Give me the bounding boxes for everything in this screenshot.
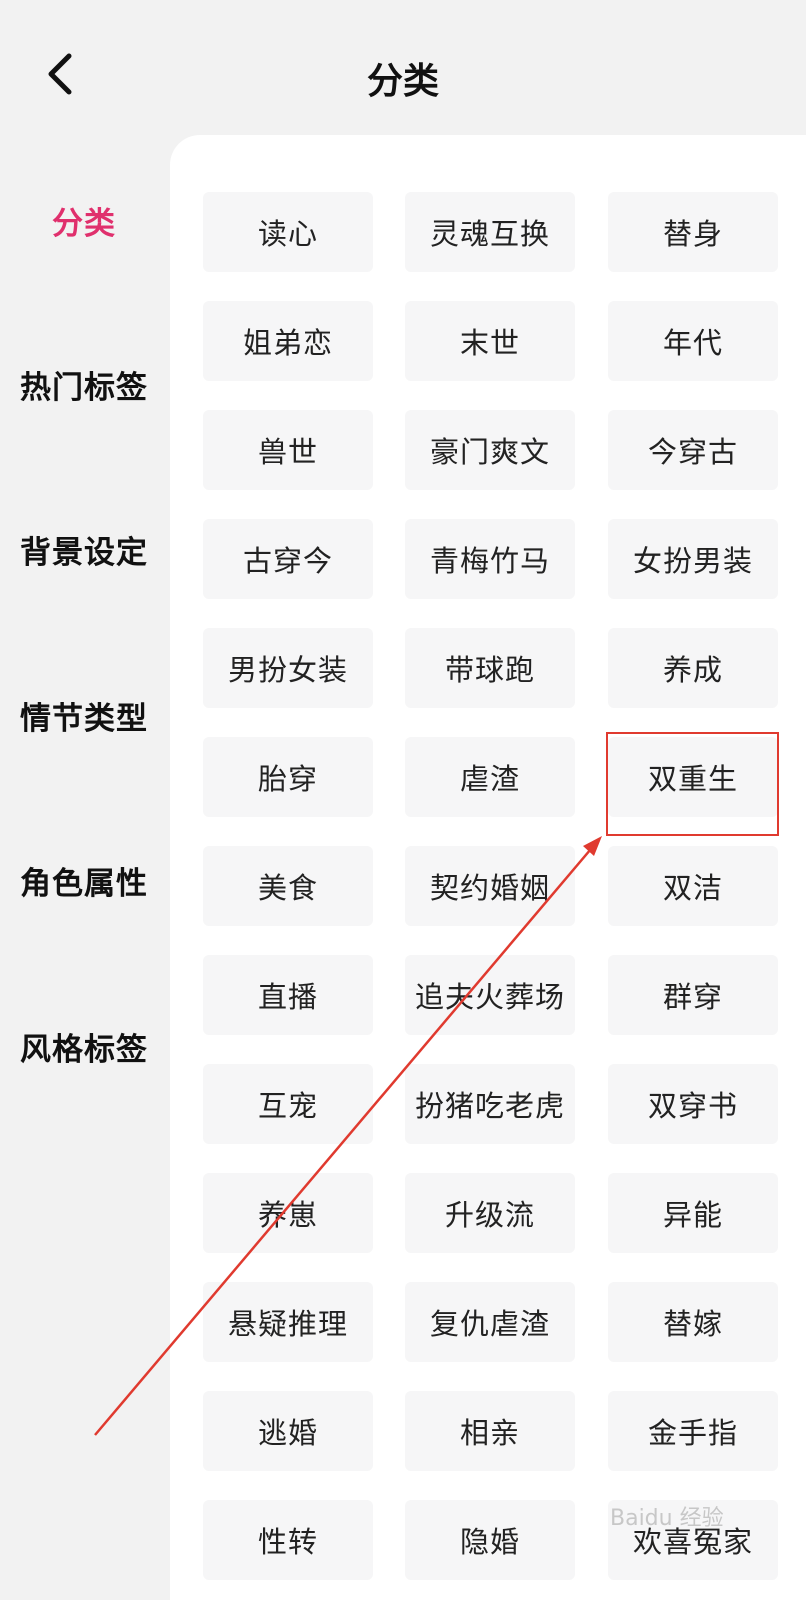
sidebar-item-background[interactable]: 背景设定 [0, 527, 168, 572]
tag-button[interactable]: 青梅竹马 [405, 519, 575, 599]
tag-button[interactable]: 隐婚 [405, 1500, 575, 1580]
tag-button[interactable]: 读心 [203, 192, 373, 272]
tag-button[interactable]: 异能 [608, 1173, 778, 1253]
tag-button[interactable]: 双洁 [608, 846, 778, 926]
tag-button[interactable]: 替身 [608, 192, 778, 272]
tag-button[interactable]: 古穿今 [203, 519, 373, 599]
tag-button[interactable]: 升级流 [405, 1173, 575, 1253]
tag-button[interactable]: 双穿书 [608, 1064, 778, 1144]
tag-button[interactable]: 美食 [203, 846, 373, 926]
tag-button[interactable]: 今穿古 [608, 410, 778, 490]
tag-button[interactable]: 群穿 [608, 955, 778, 1035]
tag-button[interactable]: 女扮男装 [608, 519, 778, 599]
tag-button[interactable]: 兽世 [203, 410, 373, 490]
tag-button[interactable]: 互宠 [203, 1064, 373, 1144]
category-sidebar: 分类 热门标签 背景设定 情节类型 角色属性 风格标签 [0, 140, 170, 1600]
sidebar-item-category[interactable]: 分类 [0, 198, 168, 243]
tag-button[interactable]: 逃婚 [203, 1391, 373, 1471]
tag-button[interactable]: 欢喜冤家 [608, 1500, 778, 1580]
page-title: 分类 [366, 61, 439, 102]
tag-button[interactable]: 末世 [405, 301, 575, 381]
tag-button-highlighted[interactable]: 双重生 [608, 737, 778, 817]
tag-button[interactable]: 带球跑 [405, 628, 575, 708]
sidebar-item-style-tags[interactable]: 风格标签 [0, 1024, 168, 1069]
tag-button[interactable]: 年代 [608, 301, 778, 381]
tag-button[interactable]: 相亲 [405, 1391, 575, 1471]
tag-button[interactable]: 复仇虐渣 [405, 1282, 575, 1362]
tag-button[interactable]: 替嫁 [608, 1282, 778, 1362]
tag-button[interactable]: 养成 [608, 628, 778, 708]
sidebar-item-character[interactable]: 角色属性 [0, 858, 168, 903]
tag-button[interactable]: 姐弟恋 [203, 301, 373, 381]
sidebar-item-hot-tags[interactable]: 热门标签 [0, 362, 168, 407]
tag-button[interactable]: 虐渣 [405, 737, 575, 817]
tag-button[interactable]: 养崽 [203, 1173, 373, 1253]
sidebar-item-plot-type[interactable]: 情节类型 [0, 693, 168, 738]
tag-button[interactable]: 灵魂互换 [405, 192, 575, 272]
tag-button[interactable]: 性转 [203, 1500, 373, 1580]
tag-button[interactable]: 直播 [203, 955, 373, 1035]
tag-button[interactable]: 金手指 [608, 1391, 778, 1471]
tag-button[interactable]: 悬疑推理 [203, 1282, 373, 1362]
tag-button[interactable]: 追夫火葬场 [405, 955, 575, 1035]
tag-button[interactable]: 扮猪吃老虎 [405, 1064, 575, 1144]
tag-button[interactable]: 胎穿 [203, 737, 373, 817]
tag-button[interactable]: 男扮女装 [203, 628, 373, 708]
tag-button[interactable]: 契约婚姻 [405, 846, 575, 926]
header: 分类 [0, 0, 806, 140]
tag-button[interactable]: 豪门爽文 [405, 410, 575, 490]
